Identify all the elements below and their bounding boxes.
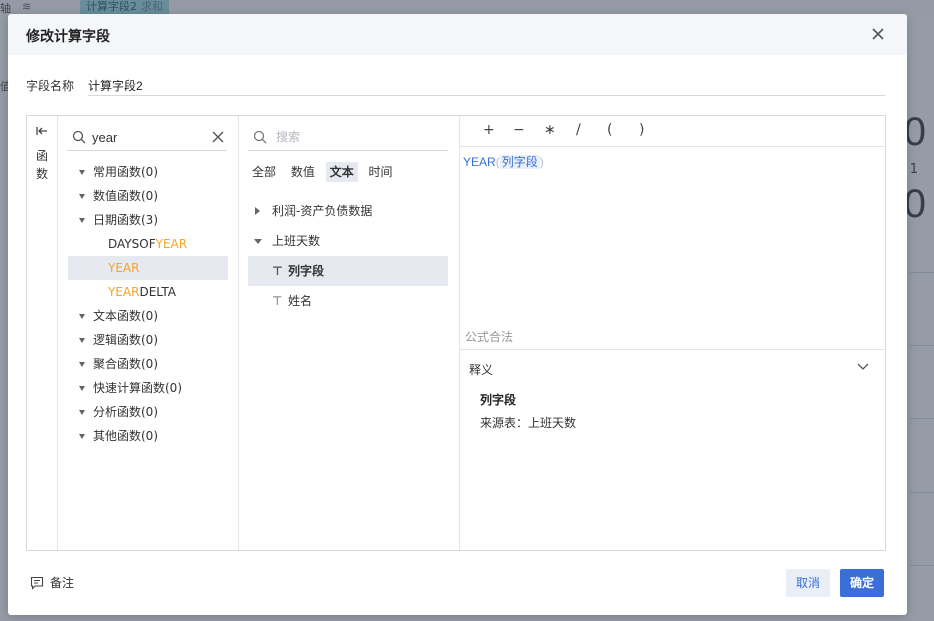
expand-right-icon — [255, 207, 260, 215]
expand-triangle-icon — [79, 410, 85, 415]
formula-validity: 公式合法 — [465, 330, 514, 344]
function-category[interactable]: 聚合函数(0) — [68, 352, 228, 376]
explain-title: 释义 — [469, 363, 494, 377]
operator-divide[interactable]: / — [576, 122, 581, 138]
expand-triangle-icon — [79, 434, 85, 439]
tab-text[interactable]: 文本 — [325, 162, 358, 182]
formula-input[interactable]: YEAR(列字段) — [463, 153, 544, 170]
field-name-input[interactable] — [88, 75, 885, 96]
note-button[interactable]: 备注 — [30, 574, 74, 592]
expand-triangle-icon — [79, 194, 85, 199]
function-category[interactable]: 日期函数(3) — [68, 208, 228, 232]
function-category-list: 常用函数(0) 数值函数(0) 日期函数(3) DAYSOFYEAR YEAR … — [68, 160, 228, 448]
operator-open-paren[interactable]: ( — [607, 122, 612, 138]
formula-field-tag[interactable]: 列字段 — [499, 155, 540, 169]
tab-all[interactable]: 全部 — [248, 162, 280, 182]
operator-multiply[interactable]: ∗ — [544, 122, 556, 138]
function-item-year[interactable]: YEAR — [68, 256, 228, 280]
function-item-daysofyear[interactable]: DAYSOFYEAR — [68, 232, 228, 256]
table-node[interactable]: 利润-资产负债数据 — [248, 196, 448, 226]
field-type-tabs: 全部 数值 文本 时间 — [248, 162, 400, 182]
note-label: 备注 — [50, 576, 75, 590]
formula-editor: 函数 常用函数(0) 数值函数(0) 日期函数(3) DAYSOFYEAR YE… — [26, 115, 886, 551]
formula-close-paren: ) — [539, 155, 544, 169]
tab-time[interactable]: 时间 — [365, 162, 397, 182]
field-pane: 全部 数值 文本 时间 利润-资产负债数据 上班天数 ⊤ 列字段 — [239, 116, 460, 550]
function-category[interactable]: 文本函数(0) — [68, 304, 228, 328]
function-rail[interactable]: 函数 — [27, 116, 58, 550]
text-type-icon: ⊤ — [272, 264, 283, 278]
collapse-left-icon[interactable] — [36, 125, 48, 137]
close-icon[interactable] — [869, 25, 887, 43]
field-name-label: 字段名称 — [26, 79, 75, 93]
expand-triangle-icon — [79, 338, 85, 343]
field-search — [248, 126, 448, 151]
rail-label: 函数 — [35, 149, 48, 181]
formula-pane: + − ∗ / ( ) YEAR(列字段) 公式合法 释义 列字段 来源表：上班… — [460, 116, 885, 550]
formula-function-name: YEAR — [463, 155, 496, 169]
explain-panel: 释义 列字段 来源表：上班天数 — [460, 349, 885, 551]
operator-plus[interactable]: + — [483, 122, 495, 138]
operator-close-paren[interactable]: ) — [639, 122, 644, 138]
function-category[interactable]: 逻辑函数(0) — [68, 328, 228, 352]
function-category[interactable]: 数值函数(0) — [68, 184, 228, 208]
explain-field-name: 列字段 — [480, 393, 517, 407]
search-icon — [72, 130, 86, 144]
tab-number[interactable]: 数值 — [287, 162, 319, 182]
expand-triangle-icon — [79, 314, 85, 319]
comment-icon — [30, 576, 44, 590]
field-search-input[interactable] — [276, 129, 436, 145]
edit-calculated-field-dialog: 修改计算字段 字段名称 函数 — [8, 14, 907, 615]
function-search-input[interactable] — [92, 129, 202, 145]
function-category[interactable]: 常用函数(0) — [68, 160, 228, 184]
function-category[interactable]: 快速计算函数(0) — [68, 376, 228, 400]
chevron-down-icon[interactable] — [857, 363, 869, 371]
operator-toolbar: + − ∗ / ( ) — [460, 116, 885, 147]
expand-triangle-icon — [79, 362, 85, 367]
collapse-down-icon — [254, 239, 262, 244]
function-category[interactable]: 其他函数(0) — [68, 424, 228, 448]
table-node[interactable]: 上班天数 — [248, 226, 448, 256]
expand-triangle-icon — [79, 218, 85, 223]
expand-triangle-icon — [79, 170, 85, 175]
field-tree: 利润-资产负债数据 上班天数 ⊤ 列字段 ⊤ 姓名 — [248, 196, 448, 316]
cancel-button[interactable]: 取消 — [786, 569, 831, 597]
function-item-yeardelta[interactable]: YEARDELTA — [68, 280, 228, 304]
explain-source: 来源表：上班天数 — [480, 416, 577, 430]
search-icon — [253, 130, 267, 144]
function-search — [67, 126, 227, 151]
text-type-icon: ⊤ — [272, 294, 283, 308]
dialog-header: 修改计算字段 — [8, 14, 907, 55]
expand-triangle-icon — [79, 386, 85, 391]
dialog-title: 修改计算字段 — [26, 29, 110, 45]
confirm-button[interactable]: 确定 — [840, 569, 885, 597]
function-category[interactable]: 分析函数(0) — [68, 400, 228, 424]
field-item[interactable]: ⊤ 列字段 — [248, 256, 448, 286]
field-item[interactable]: ⊤ 姓名 — [248, 286, 448, 316]
function-pane: 常用函数(0) 数值函数(0) 日期函数(3) DAYSOFYEAR YEAR … — [58, 116, 239, 550]
clear-icon[interactable] — [212, 131, 224, 143]
operator-minus[interactable]: − — [513, 122, 525, 138]
